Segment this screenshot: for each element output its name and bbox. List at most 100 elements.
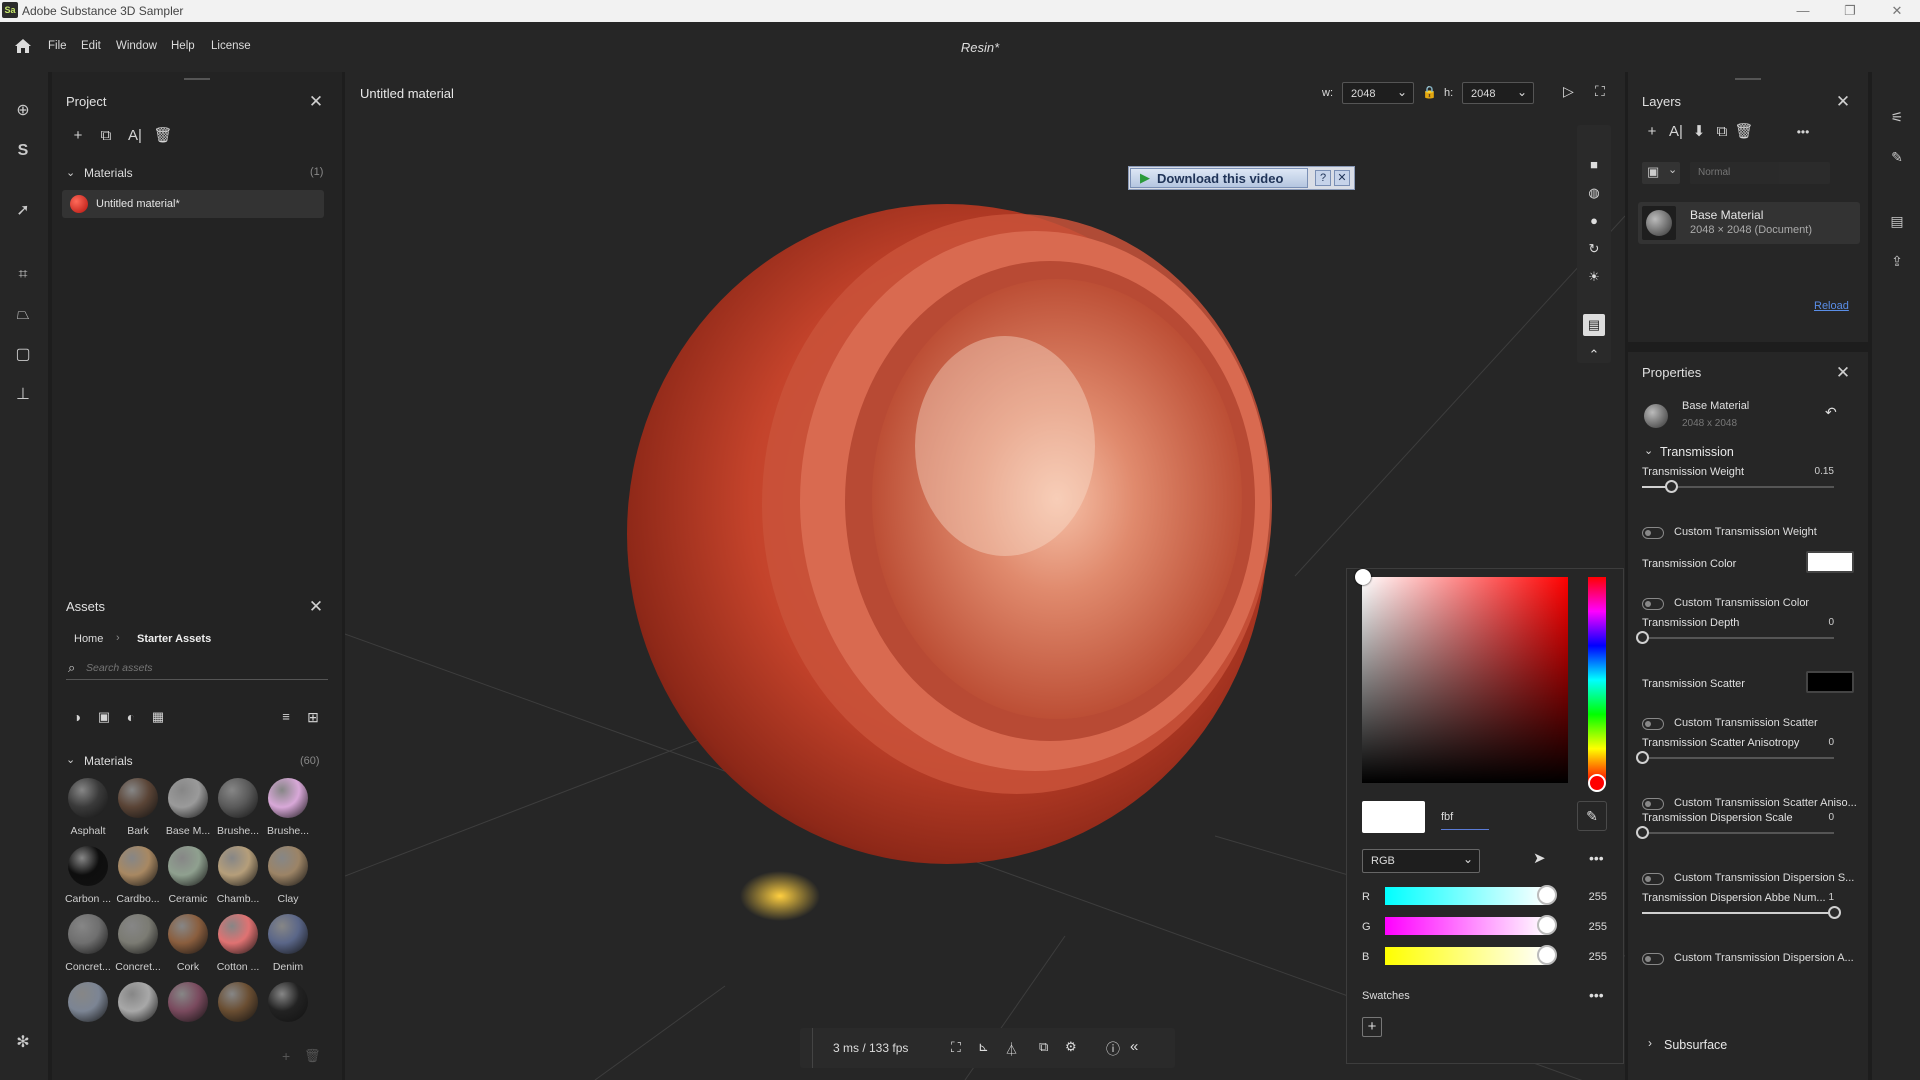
- menu-license[interactable]: License: [211, 40, 251, 52]
- sphere-icon[interactable]: ●: [1583, 210, 1605, 232]
- property-value[interactable]: 0: [1804, 737, 1834, 748]
- close-window-button[interactable]: ✕: [1882, 2, 1912, 20]
- close-banner-icon[interactable]: ✕: [1334, 170, 1350, 186]
- home-icon[interactable]: [13, 36, 33, 56]
- asset-material-item[interactable]: Concret...: [113, 912, 163, 978]
- asset-material-item[interactable]: Cotton ...: [213, 912, 263, 978]
- sort-icon[interactable]: ≡: [276, 707, 296, 727]
- hue-slider[interactable]: [1588, 577, 1606, 783]
- crop-icon[interactable]: ⌗: [12, 264, 34, 286]
- add-asset-icon[interactable]: +: [282, 1048, 290, 1064]
- search-assets-field[interactable]: ⌕: [66, 658, 328, 680]
- add-layer-icon[interactable]: +: [1642, 122, 1662, 142]
- asset-material-item[interactable]: Chamb...: [213, 844, 263, 910]
- height-select[interactable]: 2048 ⌄: [1462, 82, 1534, 104]
- delete-icon[interactable]: 🗑: [153, 126, 173, 146]
- channel-r-slider[interactable]: [1385, 887, 1547, 905]
- import-layer-icon[interactable]: ⬇: [1689, 122, 1709, 142]
- channel-r-handle[interactable]: [1537, 885, 1557, 905]
- property-toggle[interactable]: [1642, 873, 1664, 885]
- asset-material-item[interactable]: Denim: [263, 912, 313, 978]
- channel-g-handle[interactable]: [1537, 915, 1557, 935]
- asset-material-item[interactable]: Base M...: [163, 776, 213, 842]
- asset-material-item[interactable]: Cork: [163, 912, 213, 978]
- perspective-icon[interactable]: ⏢: [12, 304, 34, 326]
- saturation-value-field[interactable]: [1362, 577, 1568, 783]
- menu-window[interactable]: Window: [116, 40, 157, 52]
- base-material-layer[interactable]: Base Material 2048 × 2048 (Document): [1638, 202, 1860, 244]
- globe-icon[interactable]: ◍: [1583, 182, 1605, 204]
- rename-icon[interactable]: A|: [125, 126, 145, 146]
- property-slider[interactable]: [1642, 832, 1834, 834]
- collapse-up-icon[interactable]: ⌃: [1583, 344, 1605, 366]
- add-icon[interactable]: +: [68, 126, 88, 146]
- asset-material-item[interactable]: [163, 980, 213, 1046]
- asset-material-item[interactable]: [213, 980, 263, 1046]
- info-icon[interactable]: ⓘ: [1106, 1039, 1120, 1059]
- asset-material-item[interactable]: Brushe...: [213, 776, 263, 842]
- delete-asset-icon[interactable]: 🗑: [304, 1048, 321, 1064]
- subsurface-section-label[interactable]: Subsurface: [1664, 1038, 1727, 1052]
- rocket-icon[interactable]: ➚: [12, 200, 34, 222]
- blend-mode-select[interactable]: Normal: [1690, 162, 1830, 184]
- close-layers-icon[interactable]: ✕: [1834, 93, 1852, 111]
- channel-g-slider[interactable]: [1385, 917, 1547, 935]
- layer-view-icon[interactable]: ▤: [1583, 314, 1605, 336]
- image-filter-icon[interactable]: ▣: [94, 707, 114, 727]
- swatches-options-icon[interactable]: •••: [1589, 987, 1604, 1003]
- delete-layer-icon[interactable]: 🗑: [1734, 122, 1754, 142]
- channel-b-handle[interactable]: [1537, 945, 1557, 965]
- asset-material-item[interactable]: Asphalt: [63, 776, 113, 842]
- camera-icon[interactable]: ■: [1583, 154, 1605, 176]
- property-toggle[interactable]: [1642, 527, 1664, 539]
- subsurface-chevron-right-icon[interactable]: ›: [1648, 1036, 1652, 1050]
- asset-material-item[interactable]: Clay: [263, 844, 313, 910]
- adjust-icon[interactable]: ⚟: [1886, 106, 1908, 128]
- export-icon[interactable]: ⇪: [1886, 250, 1908, 272]
- width-select[interactable]: 2048 ⌄: [1342, 82, 1414, 104]
- saturation-value-handle[interactable]: [1355, 569, 1371, 585]
- more-options-icon[interactable]: •••: [1589, 850, 1604, 866]
- asset-material-item[interactable]: Concret...: [63, 912, 113, 978]
- asset-material-item[interactable]: Brushe...: [263, 776, 313, 842]
- light-icon[interactable]: ☀: [1583, 266, 1605, 288]
- search-input[interactable]: [86, 660, 316, 676]
- asset-material-item[interactable]: Carbon ...: [63, 844, 113, 910]
- property-value[interactable]: 1: [1804, 892, 1834, 903]
- asset-material-item[interactable]: [63, 980, 113, 1046]
- transform-icon[interactable]: ▢: [12, 344, 34, 366]
- property-slider-handle[interactable]: [1636, 631, 1649, 644]
- add-swatch-button[interactable]: +: [1362, 1017, 1382, 1037]
- property-slider-handle[interactable]: [1828, 906, 1841, 919]
- frame-icon[interactable]: ⛶: [951, 1039, 961, 1056]
- text-layer-icon[interactable]: A|: [1666, 122, 1686, 142]
- grid-view-icon[interactable]: ⊞: [303, 707, 323, 727]
- hue-handle[interactable]: [1588, 774, 1606, 792]
- menu-file[interactable]: File: [48, 40, 67, 52]
- breadcrumb-home[interactable]: Home: [74, 633, 103, 645]
- close-project-icon[interactable]: ✕: [307, 93, 325, 111]
- property-color-swatch[interactable]: [1806, 671, 1854, 693]
- property-toggle[interactable]: [1642, 718, 1664, 730]
- property-slider-handle[interactable]: [1636, 826, 1649, 839]
- minimize-button[interactable]: —: [1788, 2, 1818, 20]
- substance-icon[interactable]: S: [12, 140, 34, 162]
- menu-help[interactable]: Help: [171, 40, 195, 52]
- axis-icon[interactable]: ⊾: [978, 1039, 989, 1055]
- close-assets-icon[interactable]: ✕: [307, 598, 325, 616]
- chevron-down-icon[interactable]: ⌄: [66, 166, 75, 179]
- channel-b-value[interactable]: 255: [1577, 951, 1607, 963]
- duplicate-layer-icon[interactable]: ⧉: [1712, 122, 1732, 142]
- reload-link[interactable]: Reload: [1814, 300, 1849, 312]
- layer-mask-select[interactable]: ▣ ⌄: [1642, 162, 1680, 184]
- settings-icon[interactable]: ✻: [12, 1032, 34, 1054]
- property-value[interactable]: 0.15: [1804, 466, 1834, 477]
- asset-material-item[interactable]: Cardbo...: [113, 844, 163, 910]
- asset-material-item[interactable]: Bark: [113, 776, 163, 842]
- menu-edit[interactable]: Edit: [81, 40, 101, 52]
- document-icon[interactable]: ▤: [1886, 210, 1908, 232]
- asset-material-item[interactable]: [113, 980, 163, 1046]
- collapse-left-icon[interactable]: «: [1130, 1038, 1138, 1055]
- hex-input[interactable]: fbf: [1441, 811, 1453, 823]
- property-toggle[interactable]: [1642, 953, 1664, 965]
